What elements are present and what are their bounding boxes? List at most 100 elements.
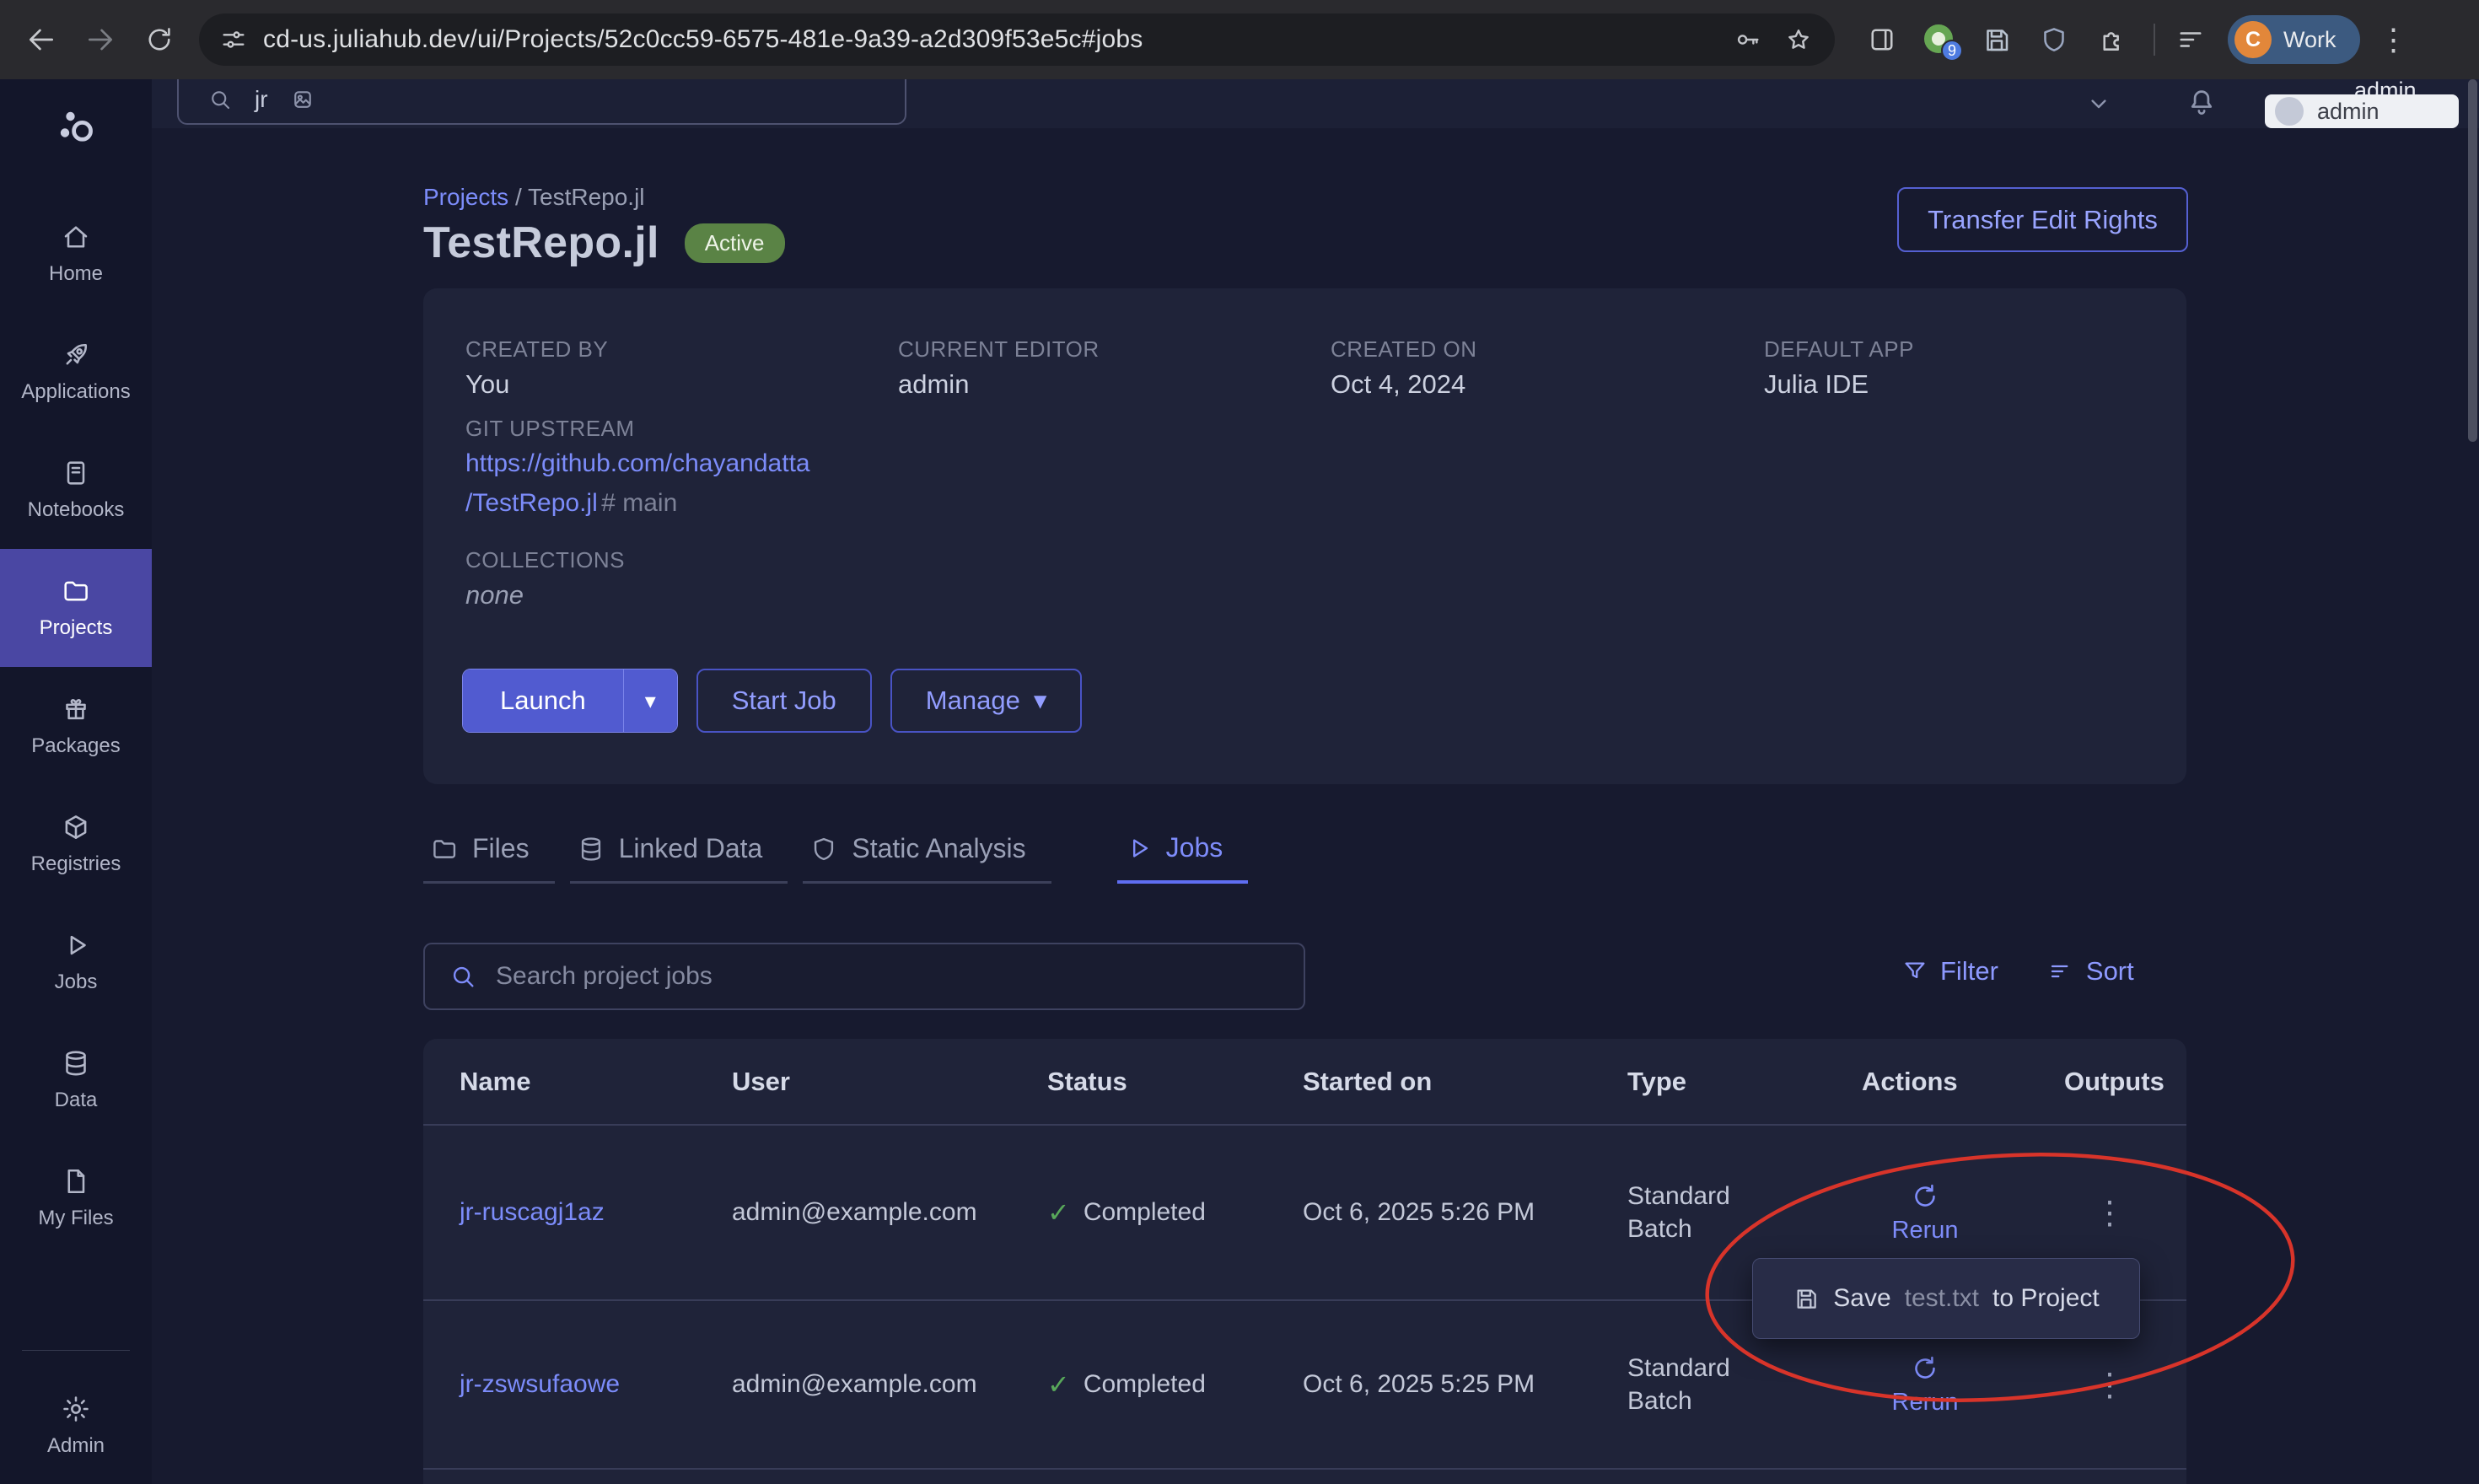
browser-reload-button[interactable] [140,20,179,59]
outputs-menu-button[interactable]: ⋮ [2093,1194,2127,1232]
side-panel-extension-icon[interactable] [1867,24,1897,55]
start-job-button[interactable]: Start Job [696,669,872,733]
sidebar-item-applications[interactable]: Applications [0,313,152,431]
arrow-left-icon [25,24,57,56]
sidebar-item-data[interactable]: Data [0,1021,152,1139]
sort-button[interactable]: Sort [2047,956,2134,987]
folder-icon [430,835,459,863]
chevron-down-icon[interactable] [2084,89,2113,118]
tab-linked-data[interactable]: Linked Data [570,833,788,884]
extensions-puzzle-icon[interactable] [2096,24,2127,55]
save-suffix: to Project [1992,1284,2100,1313]
tab-files[interactable]: Files [423,833,555,884]
job-started-on: Oct 6, 2025 5:26 PM [1303,1198,1627,1227]
table-header: Name User Status Started on Type Actions… [423,1039,2186,1126]
sidebar-label: My Files [38,1207,113,1230]
git-upstream-link-2[interactable]: /TestRepo.jl [465,489,598,517]
breadcrumb-projects-link[interactable]: Projects [423,184,508,210]
created-by-value: You [465,364,810,405]
filter-button[interactable]: Filter [1901,956,1998,987]
sidebar-label: Projects [40,616,113,640]
current-editor-value: admin [898,364,1100,405]
extension-badge: 9 [1941,40,1963,62]
home-icon [61,222,91,252]
collections-label: COLLECTIONS [465,545,810,575]
default-app-label: DEFAULT APP [1764,334,1914,364]
job-name-link[interactable]: jr-zswsufaowe [460,1370,732,1399]
job-user: admin@example.com [732,1198,1047,1227]
url-text: cd-us.juliahub.dev/ui/Projects/52c0cc59-… [263,25,1143,54]
collections-value: none [465,575,810,616]
sidebar-item-my-files[interactable]: My Files [0,1139,152,1257]
job-type: Standard Batch [1627,1352,1762,1417]
project-info-card: CREATED BY You GIT UPSTREAM https://gith… [423,288,2186,784]
transfer-edit-rights-button[interactable]: Transfer Edit Rights [1897,187,2188,252]
site-settings-icon[interactable] [219,25,248,54]
launch-split-button: Launch ▾ [462,669,678,733]
browser-forward-button[interactable] [81,20,120,59]
tab-label: Linked Data [619,833,763,864]
sidebar-item-registries[interactable]: Registries [0,785,152,903]
browser-menu-button[interactable]: ⋮ [2379,24,2409,55]
reload-icon [144,24,175,55]
default-app-value: Julia IDE [1764,364,1914,405]
check-icon: ✓ [1047,1368,1070,1401]
address-bar[interactable]: cd-us.juliahub.dev/ui/Projects/52c0cc59-… [199,13,1835,66]
rerun-label: Rerun [1892,1389,1959,1417]
refresh-icon [1910,1353,1940,1384]
sidebar-label: Notebooks [28,498,125,522]
profile-avatar: C [2234,21,2272,58]
topbar-search-field[interactable]: jr [177,79,906,125]
page-title: TestRepo.jl [423,218,659,268]
shield-extension-icon[interactable] [2039,24,2069,55]
sidebar-item-admin[interactable]: Admin [0,1368,152,1484]
app-sidebar: Home Applications Notebooks Projects Pac… [0,79,152,1484]
file-icon [61,1166,91,1196]
profile-name: Work [2283,27,2336,53]
reading-list-icon[interactable] [2175,24,2206,55]
sidebar-item-projects[interactable]: Projects [0,549,152,667]
col-actions: Actions [1862,1067,2064,1097]
sidebar-item-home[interactable]: Home [0,195,152,313]
password-key-icon[interactable] [1734,25,1762,54]
git-branch: # main [601,489,677,517]
browser-profile-chip[interactable]: C Work [2228,15,2360,64]
sidebar-item-notebooks[interactable]: Notebooks [0,431,152,549]
scrollbar-thumb[interactable] [2468,79,2477,442]
tab-jobs[interactable]: Jobs [1117,832,1249,884]
manage-label: Manage [926,686,1020,716]
sidebar-item-jobs[interactable]: Jobs [0,903,152,1021]
page-scrollbar[interactable] [2466,79,2479,1484]
adblock-extension-icon[interactable]: 9 [1924,24,1955,55]
status-badge: Active [685,223,785,263]
bookmark-star-icon[interactable] [1784,25,1813,54]
browser-back-button[interactable] [22,20,61,59]
save-extension-icon[interactable] [1982,24,2012,55]
play-icon [1124,834,1153,863]
folder-icon [61,576,91,606]
bell-icon[interactable] [2186,86,2218,118]
juliahub-logo[interactable] [0,79,152,176]
rerun-button[interactable]: Rerun [1862,1353,1988,1417]
image-icon[interactable] [290,87,315,112]
launch-button[interactable]: Launch [463,669,623,732]
tab-static-analysis[interactable]: Static Analysis [803,833,1051,884]
sidebar-item-packages[interactable]: Packages [0,667,152,785]
manage-button[interactable]: Manage ▾ [890,669,1083,733]
sidebar-label: Registries [31,852,121,876]
jobs-search-input[interactable] [496,962,1287,991]
launch-dropdown-button[interactable]: ▾ [623,669,677,732]
app-topbar: jr admin admin [152,79,2479,128]
cube-icon [61,812,91,842]
user-menu-panel[interactable]: admin [2265,94,2459,128]
filter-label: Filter [1940,956,1998,987]
git-upstream-link[interactable]: https://github.com/chayandatta [465,444,810,483]
sidebar-label: Jobs [55,971,98,994]
sidebar-label: Packages [31,734,120,758]
outputs-menu-button[interactable]: ⋮ [2093,1366,2127,1404]
sidebar-label: Admin [47,1434,105,1458]
rerun-button[interactable]: Rerun [1862,1181,1988,1245]
job-name-link[interactable]: jr-ruscagj1az [460,1198,732,1227]
save-to-project-menu-item[interactable]: Save test.txt to Project [1752,1258,2140,1339]
user-menu-name: admin [2317,99,2380,125]
